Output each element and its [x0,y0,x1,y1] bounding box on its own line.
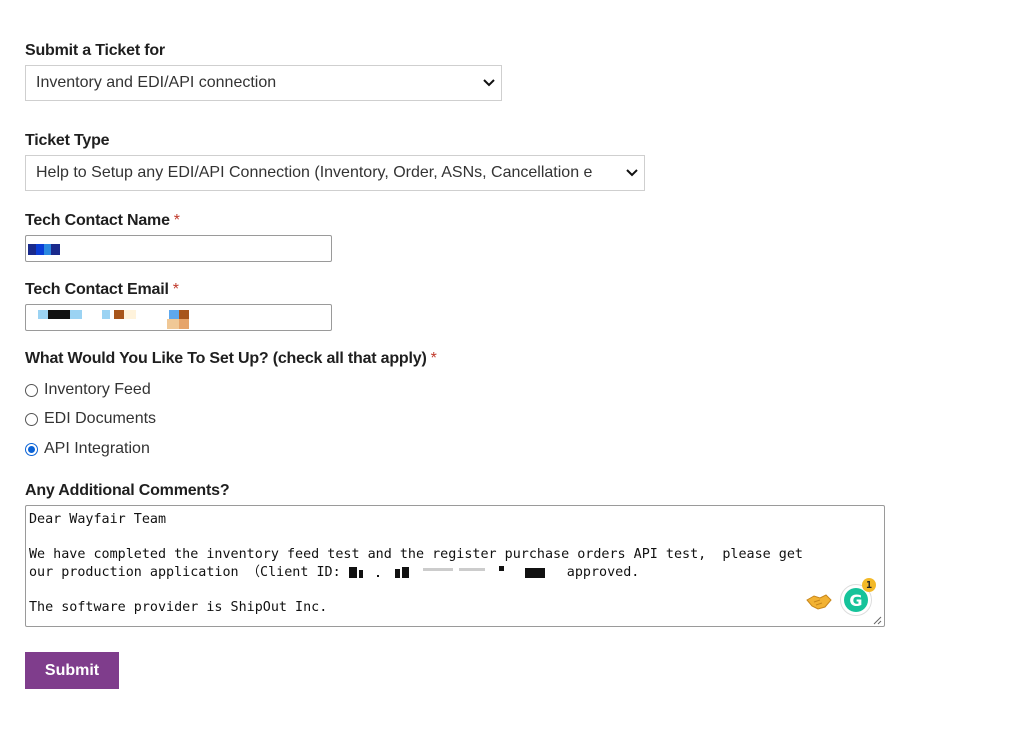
tech-contact-name-label: Tech Contact Name * [25,212,180,230]
grammarly-count: 1 [862,578,876,592]
tech-contact-name-label-text: Tech Contact Name [25,212,170,229]
tech-contact-name-input[interactable] [25,235,332,262]
submit-ticket-for-label: Submit a Ticket for [25,42,165,60]
comments-textarea[interactable]: Dear Wayfair Team We have completed the … [25,505,885,627]
required-asterisk: * [172,281,179,298]
client-id-suffix: approved. [558,564,640,580]
chevron-down-icon [620,156,644,190]
submit-ticket-for-label-text: Submit a Ticket for [25,42,165,59]
ticket-type-label-text: Ticket Type [25,132,110,149]
submit-ticket-for-value: Inventory and EDI/API connection [36,74,277,91]
resize-handle-icon[interactable] [872,614,882,625]
edi-documents-radio[interactable] [25,412,38,426]
comments-label-text: Any Additional Comments? [25,482,230,499]
ticket-type-label: Ticket Type [25,132,110,150]
comment-line-client: our production application （Client ID: a… [29,564,881,582]
client-id-prefix: our production application （Client ID: [29,564,349,580]
comment-line-provider: The software provider is ShipOut Inc. [29,599,328,615]
setup-label-text: What Would You Like To Set Up? (check al… [25,350,427,367]
submit-ticket-for-select[interactable]: Inventory and EDI/API connection [25,65,502,101]
required-asterisk: * [430,350,437,367]
redacted-name [26,236,62,256]
setup-label: What Would You Like To Set Up? (check al… [25,350,437,368]
grammarly-g: G [844,588,868,612]
option-inventory-feed[interactable]: Inventory Feed [25,381,151,399]
chevron-down-icon [477,66,501,100]
ticket-form: Submit a Ticket for Inventory and EDI/AP… [0,0,1024,745]
api-integration-label: API Integration [44,440,150,457]
comment-line-body: We have completed the inventory feed tes… [29,547,803,563]
handshake-icon[interactable] [806,592,832,612]
comment-line-greeting: Dear Wayfair Team [29,512,167,527]
ticket-type-value: Help to Setup any EDI/API Connection (In… [36,164,593,181]
edi-documents-label: EDI Documents [44,410,157,427]
redacted-client-id [348,565,559,578]
inventory-feed-radio[interactable] [25,383,38,397]
redacted-email [26,305,226,330]
comments-label: Any Additional Comments? [25,482,230,500]
tech-contact-email-label-text: Tech Contact Email [25,281,169,298]
grammarly-icon[interactable]: G 1 [840,578,876,616]
option-api-integration[interactable]: API Integration [25,440,150,458]
api-integration-radio[interactable] [25,442,38,456]
ticket-type-select[interactable]: Help to Setup any EDI/API Connection (In… [25,155,645,191]
option-edi-documents[interactable]: EDI Documents [25,410,156,428]
tech-contact-email-label: Tech Contact Email * [25,281,179,299]
required-asterisk: * [173,212,180,229]
inventory-feed-label: Inventory Feed [44,381,151,398]
tech-contact-email-input[interactable] [25,304,332,331]
submit-button[interactable]: Submit [25,652,119,689]
